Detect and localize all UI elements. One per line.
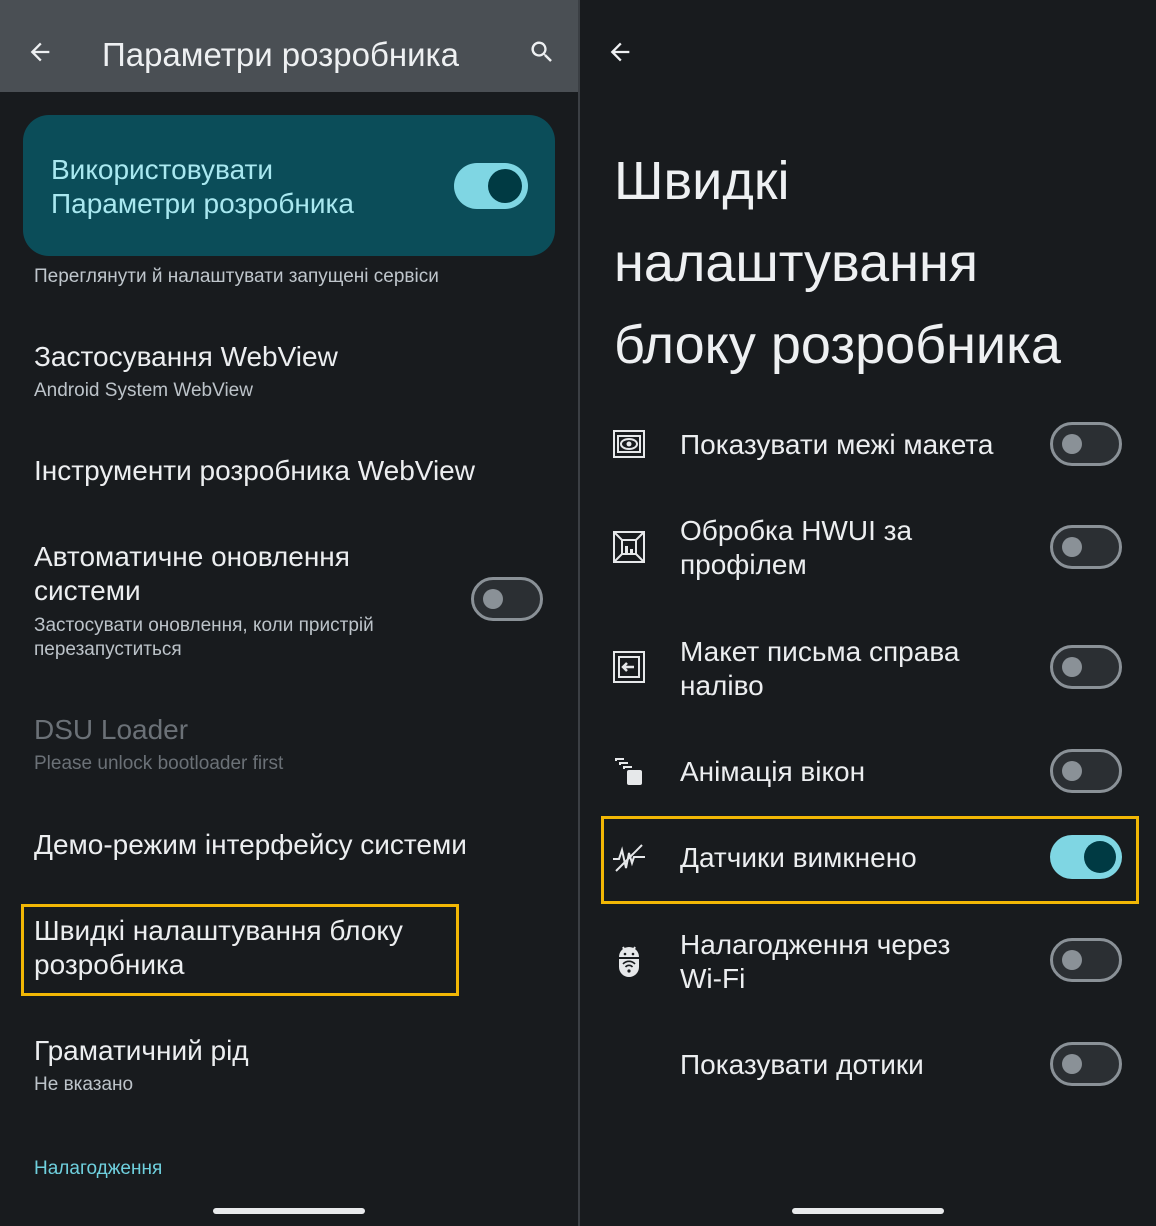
grammatical-gender-subtitle: Не вказано bbox=[34, 1074, 134, 1095]
system-ui-demo-mode-item[interactable]: Демо-режим інтерфейсу системи bbox=[34, 828, 467, 862]
top-app-bar: Параметри розробника bbox=[0, 0, 578, 92]
webview-implementation-subtitle: Android System WebView bbox=[34, 380, 253, 401]
layout-bounds-toggle[interactable] bbox=[1050, 422, 1122, 466]
developer-quick-settings-item[interactable]: Швидкі налаштування блоку розробника bbox=[34, 914, 403, 982]
rtl-layout-label: Макет письма справа наліво bbox=[680, 636, 960, 701]
window-animation-label: Анімація вікон bbox=[680, 756, 866, 787]
developer-quick-settings-screen: Швидкі налаштування блоку розробника Пок… bbox=[580, 0, 1156, 1226]
debugging-section-header: Налагодження bbox=[34, 1158, 163, 1179]
wifi-debug-icon bbox=[612, 944, 646, 978]
developer-options-screen: Параметри розробника Використовувати Пар… bbox=[0, 0, 578, 1226]
wifi-debug-label: Налагодження через Wi-Fi bbox=[680, 929, 951, 994]
search-button[interactable] bbox=[518, 28, 566, 76]
page-title: Параметри розробника bbox=[102, 36, 460, 73]
running-services-hint[interactable]: Переглянути й налаштувати запущені серві… bbox=[34, 266, 439, 288]
sensors-off-label: Датчики вимкнено bbox=[680, 842, 917, 873]
auto-system-update-toggle[interactable] bbox=[471, 577, 543, 621]
layout-bounds-label: Показувати межі макета bbox=[680, 429, 994, 460]
layout-bounds-icon bbox=[612, 427, 646, 461]
screen-title: Швидкі налаштування блоку розробника bbox=[614, 151, 1061, 375]
sensors-off-toggle[interactable] bbox=[1050, 835, 1122, 879]
search-icon bbox=[531, 41, 552, 62]
rtl-layout-icon bbox=[612, 650, 646, 684]
back-arrow-icon bbox=[30, 42, 50, 62]
use-developer-options-card[interactable]: Використовувати Параметри розробника bbox=[23, 115, 555, 256]
main-toggle-switch[interactable] bbox=[454, 163, 528, 209]
back-arrow-icon bbox=[610, 42, 630, 62]
hwui-profile-icon bbox=[612, 530, 646, 564]
wifi-debug-toggle[interactable] bbox=[1050, 938, 1122, 982]
webview-devtools-item[interactable]: Інструменти розробника WebView bbox=[34, 454, 475, 488]
back-button[interactable] bbox=[16, 28, 64, 76]
hwui-profile-label: Обробка HWUI за профілем bbox=[680, 515, 913, 580]
dsu-loader-title: DSU Loader bbox=[34, 714, 189, 745]
gesture-nav-handle[interactable] bbox=[213, 1208, 365, 1214]
webview-implementation-title[interactable]: Застосування WebView bbox=[34, 340, 338, 374]
window-animation-toggle[interactable] bbox=[1050, 749, 1122, 793]
gesture-nav-handle[interactable] bbox=[792, 1208, 944, 1214]
main-toggle-label: Використовувати Параметри розробника bbox=[51, 154, 354, 219]
dsu-loader-subtitle: Please unlock bootloader first bbox=[34, 753, 284, 774]
grammatical-gender-title[interactable]: Граматичний рід bbox=[34, 1034, 249, 1068]
hwui-profile-toggle[interactable] bbox=[1050, 525, 1122, 569]
back-button[interactable] bbox=[596, 28, 644, 76]
rtl-layout-toggle[interactable] bbox=[1050, 645, 1122, 689]
sensors-off-icon bbox=[612, 841, 646, 875]
auto-system-update-title[interactable]: Автоматичне оновлення системи bbox=[34, 540, 350, 608]
window-animation-icon bbox=[612, 755, 646, 789]
auto-system-update-subtitle: Застосувати оновлення, коли пристрій пер… bbox=[34, 615, 374, 660]
show-touches-toggle[interactable] bbox=[1050, 1042, 1122, 1086]
show-touches-label: Показувати дотики bbox=[680, 1049, 924, 1080]
